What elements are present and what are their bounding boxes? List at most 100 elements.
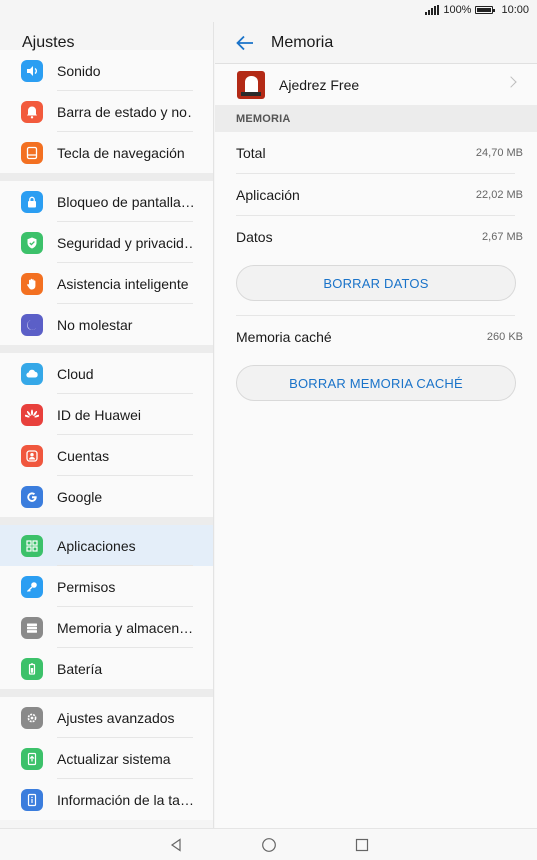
notification-bell-icon bbox=[21, 100, 43, 123]
section-header: MEMORIA bbox=[215, 105, 537, 132]
app-row[interactable]: Ajedrez Free bbox=[215, 64, 537, 105]
settings-item-smart-assistance[interactable]: Asistencia inteligente bbox=[0, 263, 213, 304]
moon-icon bbox=[21, 313, 43, 336]
settings-group-2: Bloqueo de pantalla… Seguridad y privaci… bbox=[0, 181, 213, 345]
settings-item-cloud[interactable]: Cloud bbox=[0, 353, 213, 394]
cache-label: Memoria caché bbox=[236, 329, 332, 345]
settings-item-label: Seguridad y privacid… bbox=[57, 234, 193, 251]
clear-data-wrap: BORRAR DATOS bbox=[215, 258, 537, 316]
battery-status-icon bbox=[475, 6, 496, 14]
sound-icon bbox=[21, 59, 43, 82]
settings-group-3: Cloud ID de Huawei Cuentas Google bbox=[0, 353, 213, 517]
settings-item-label: Ajustes avanzados bbox=[57, 709, 175, 726]
battery-percent: 100% bbox=[443, 4, 472, 16]
clear-data-button[interactable]: BORRAR DATOS bbox=[236, 265, 516, 301]
hand-icon bbox=[21, 272, 43, 295]
cache-row: Memoria caché 260 KB bbox=[215, 316, 537, 358]
data-size-label: Datos bbox=[236, 229, 273, 245]
back-arrow-icon[interactable] bbox=[235, 32, 257, 54]
total-value: 24,70 MB bbox=[475, 147, 523, 159]
settings-item-label: Tecla de navegación bbox=[57, 144, 185, 161]
memory-card: Total 24,70 MB Aplicación 22,02 MB Datos… bbox=[215, 132, 537, 833]
settings-item-navigation-key[interactable]: Tecla de navegación bbox=[0, 132, 213, 173]
settings-item-label: Bloqueo de pantalla… bbox=[57, 193, 193, 210]
settings-item-label: ID de Huawei bbox=[57, 406, 142, 423]
settings-item-permissions[interactable]: Permisos bbox=[0, 566, 213, 607]
status-bar: 100% 10:00 bbox=[0, 0, 537, 22]
settings-group-4: Aplicaciones Permisos Memoria y almacen…… bbox=[0, 525, 213, 689]
clear-cache-wrap: BORRAR MEMORIA CACHÉ bbox=[215, 358, 537, 416]
total-label: Total bbox=[236, 145, 266, 161]
settings-item-label: No molestar bbox=[57, 316, 133, 333]
settings-item-system-update[interactable]: Actualizar sistema bbox=[0, 738, 213, 779]
gear-icon bbox=[21, 706, 43, 729]
cloud-icon bbox=[21, 362, 43, 385]
settings-item-advanced[interactable]: Ajustes avanzados bbox=[0, 697, 213, 738]
settings-item-apps[interactable]: Aplicaciones bbox=[0, 525, 213, 566]
group-divider bbox=[0, 173, 213, 181]
settings-item-tablet-info[interactable]: Información de la ta… bbox=[0, 779, 213, 820]
settings-item-label: Batería bbox=[57, 660, 103, 677]
storage-icon bbox=[21, 616, 43, 639]
data-size-value: 2,67 MB bbox=[482, 231, 523, 243]
signal-icon bbox=[425, 5, 440, 15]
settings-item-battery[interactable]: Batería bbox=[0, 648, 213, 689]
account-icon bbox=[21, 444, 43, 467]
nav-recents-icon[interactable] bbox=[354, 837, 370, 853]
chevron-right-icon bbox=[505, 76, 517, 88]
key-icon bbox=[21, 575, 43, 598]
settings-item-status-bar[interactable]: Barra de estado y no… bbox=[0, 91, 213, 132]
settings-item-security[interactable]: Seguridad y privacid… bbox=[0, 222, 213, 263]
navigation-key-icon bbox=[21, 141, 43, 164]
settings-item-label: Barra de estado y no… bbox=[57, 103, 193, 120]
settings-item-label: Memoria y almacen… bbox=[57, 619, 193, 636]
app-size-label: Aplicación bbox=[236, 187, 300, 203]
update-icon bbox=[21, 747, 43, 770]
settings-item-label: Permisos bbox=[57, 578, 116, 595]
shield-icon bbox=[21, 231, 43, 254]
settings-item-label: Asistencia inteligente bbox=[57, 275, 189, 292]
group-divider bbox=[0, 345, 213, 353]
settings-item-sound[interactable]: Sonido bbox=[0, 50, 213, 91]
settings-item-label: Actualizar sistema bbox=[57, 750, 171, 767]
huawei-icon bbox=[21, 403, 43, 426]
settings-item-huawei-id[interactable]: ID de Huawei bbox=[0, 394, 213, 435]
settings-item-label: Cuentas bbox=[57, 447, 110, 464]
settings-item-accounts[interactable]: Cuentas bbox=[0, 435, 213, 476]
memory-detail-pane: Memoria Ajedrez Free MEMORIA Total 24,70… bbox=[215, 22, 537, 833]
navigation-bar bbox=[0, 828, 537, 860]
info-icon bbox=[21, 788, 43, 811]
nav-back-icon[interactable] bbox=[168, 837, 184, 853]
detail-header: Memoria bbox=[215, 22, 537, 64]
chess-app-icon bbox=[237, 70, 265, 99]
apps-icon bbox=[21, 534, 43, 557]
lock-icon bbox=[21, 190, 43, 213]
settings-item-label: Google bbox=[57, 488, 103, 505]
group-divider bbox=[0, 517, 213, 525]
total-row: Total 24,70 MB bbox=[215, 132, 537, 174]
clear-cache-button[interactable]: BORRAR MEMORIA CACHÉ bbox=[236, 365, 516, 401]
settings-item-storage[interactable]: Memoria y almacen… bbox=[0, 607, 213, 648]
page-title: Memoria bbox=[271, 33, 334, 51]
google-icon bbox=[21, 485, 43, 508]
status-indicators: 100% 10:00 bbox=[425, 4, 529, 16]
group-divider bbox=[0, 689, 213, 697]
settings-item-do-not-disturb[interactable]: No molestar bbox=[0, 304, 213, 345]
clock: 10:00 bbox=[501, 4, 529, 16]
settings-item-label: Aplicaciones bbox=[57, 537, 136, 554]
battery-icon bbox=[21, 657, 43, 680]
settings-item-screen-lock[interactable]: Bloqueo de pantalla… bbox=[0, 181, 213, 222]
settings-group-1: Sonido Barra de estado y no… Tecla de na… bbox=[0, 50, 213, 173]
data-size-row: Datos 2,67 MB bbox=[215, 216, 537, 258]
settings-item-label: Sonido bbox=[57, 62, 101, 79]
settings-group-5: Ajustes avanzados Actualizar sistema Inf… bbox=[0, 697, 213, 820]
settings-item-label: Cloud bbox=[57, 365, 94, 382]
settings-item-google[interactable]: Google bbox=[0, 476, 213, 517]
app-size-row: Aplicación 22,02 MB bbox=[215, 174, 537, 216]
app-size-value: 22,02 MB bbox=[475, 189, 523, 201]
app-name: Ajedrez Free bbox=[279, 76, 360, 93]
nav-home-icon[interactable] bbox=[261, 837, 277, 853]
cache-value: 260 KB bbox=[486, 331, 523, 343]
settings-list-pane: Ajustes Sonido Barra de estado y no… Tec… bbox=[0, 22, 214, 828]
settings-item-label: Información de la ta… bbox=[57, 791, 193, 808]
